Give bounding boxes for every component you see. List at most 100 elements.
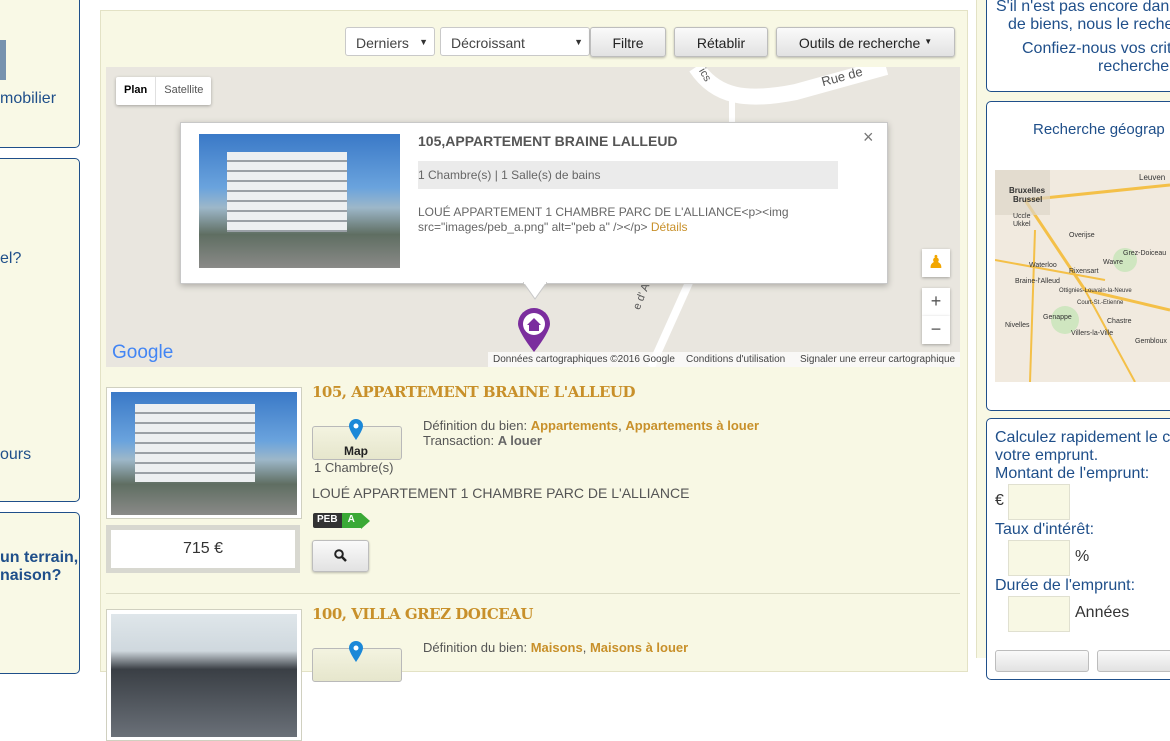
listing-photo[interactable] [111, 614, 297, 737]
geo-map[interactable]: Bruxelles Brussel Leuven Uccle Ukkel Wav… [995, 170, 1170, 382]
zoom-out-button[interactable]: − [922, 316, 950, 344]
listing-definition: Définition du bien: Maisons, Maisons à l… [423, 640, 688, 655]
close-icon[interactable]: × [863, 127, 874, 148]
geo-label-wavre: Wavre [1103, 259, 1123, 266]
sort-field-value: Derniers [356, 35, 409, 51]
currency-symbol: € [995, 492, 1004, 509]
google-logo: Google [112, 342, 174, 363]
calc-line2: votre emprunt. [995, 447, 1099, 464]
zoom-in-button[interactable]: + [922, 288, 950, 316]
filter-button[interactable]: Filtre [590, 27, 666, 57]
request-line2: de biens, nous le recher [1008, 16, 1170, 33]
listing-rooms: 1 Chambre(s) [314, 460, 394, 475]
def-label: Définition du bien: [423, 418, 528, 433]
request-line4[interactable]: recherche. [1098, 58, 1170, 76]
geo-label-braine: Braine-l'Alleud [1015, 278, 1060, 285]
transaction-value: A louer [497, 433, 542, 448]
geo-label-chastre: Chastre [1107, 318, 1132, 325]
peb-badge: PEB A [313, 512, 370, 529]
interest-rate-input[interactable] [1008, 540, 1070, 576]
view-details-button[interactable] [312, 540, 369, 572]
info-window-pointer [523, 282, 547, 300]
request-line1: S'il n'est pas encore dan [996, 0, 1170, 15]
geo-label-gembloux: Gembloux [1135, 338, 1167, 345]
sort-order-select[interactable]: Décroissant ▼ [440, 27, 590, 56]
left-link-mobilier[interactable]: mobilier [0, 90, 56, 108]
request-line3[interactable]: Confiez-nous vos crit [1022, 40, 1170, 58]
left-heading-line2: naison? [0, 567, 62, 584]
listing-photo-frame [106, 609, 302, 741]
listing-map-thumbnail[interactable] [312, 641, 402, 682]
listing-description: LOUÉ APPARTEMENT 1 CHAMBRE PARC DE L'ALL… [312, 485, 690, 501]
sort-field-select[interactable]: Derniers ▼ [345, 27, 435, 56]
def-subcategory-link[interactable]: Maisons à louer [590, 640, 688, 655]
map-report-link[interactable]: Signaler une erreur cartographique [800, 354, 955, 365]
info-desc-text: src="images/peb_a.png" alt="peb a" /></p… [418, 220, 648, 234]
info-desc-line2: src="images/peb_a.png" alt="peb a" /></p… [418, 220, 688, 234]
listing-photo[interactable] [111, 392, 297, 515]
listing-divider [106, 593, 960, 594]
sort-order-value: Décroissant [451, 35, 525, 51]
price-box: 715 € [106, 525, 300, 573]
def-separator: , [618, 418, 622, 433]
reset-button[interactable]: Rétablir [674, 27, 768, 57]
geo-label-overijse: Overijse [1069, 232, 1095, 239]
geo-label-rixensart: Rixensart [1069, 268, 1099, 275]
years-label: Années [1075, 604, 1130, 621]
geo-label-nivelles: Nivelles [1005, 322, 1030, 329]
listing-title[interactable]: 100, VILLA GREZ DOICEAU [312, 605, 533, 623]
left-heading-line1: un terrain, [0, 549, 79, 566]
search-tools-button[interactable]: Outils de recherche ▼ [776, 27, 955, 57]
transaction-label: Transaction: [423, 433, 495, 448]
map-terms-link[interactable]: Conditions d'utilisation [686, 354, 785, 365]
def-category-link[interactable]: Maisons [531, 640, 583, 655]
rate-label: Taux d'intérêt: [995, 521, 1095, 538]
def-label: Définition du bien: [423, 640, 528, 655]
loan-duration-input[interactable] [1008, 596, 1070, 632]
geo-label-ottignies: Ottignies-Louvain-la-Neuve [1059, 288, 1132, 294]
geo-label-waterloo: Waterloo [1029, 262, 1057, 269]
calc-button-1[interactable] [995, 650, 1089, 672]
calc-button-2[interactable] [1097, 650, 1170, 672]
geo-label-villers: Villers-la-Ville [1071, 330, 1114, 337]
amount-label: Montant de l'emprunt: [995, 465, 1150, 482]
map-view[interactable]: Rue de ics e d' Autriche Plan Satellite … [106, 67, 960, 367]
info-details-link[interactable]: Détails [651, 220, 688, 234]
peb-arrow [360, 512, 370, 529]
def-subcategory-link[interactable]: Appartements à louer [625, 418, 759, 433]
listing-map-thumbnail[interactable]: Map [312, 419, 402, 460]
map-attribution: Données cartographiques ©2016 Google [493, 354, 675, 365]
geo-search-title: Recherche géograp [1033, 121, 1165, 138]
listing-price: 715 € [111, 530, 295, 568]
map-thumb-label: Map [344, 444, 368, 458]
peb-label: PEB [313, 513, 342, 528]
info-desc-line1: LOUÉ APPARTEMENT 1 CHAMBRE PARC DE L'ALL… [418, 205, 789, 219]
left-logo-fragment [0, 40, 6, 80]
info-title: 105,APPARTEMENT BRAINE LALLEUD [418, 133, 678, 149]
map-type-satellite[interactable]: Satellite [155, 77, 211, 105]
info-photo[interactable] [199, 134, 400, 268]
geo-label-court: Court-St.-Etienne [1077, 300, 1124, 306]
chevron-down-icon: ▼ [419, 37, 428, 47]
left-panel-1 [0, 0, 80, 148]
listing-definition: Définition du bien: Appartements, Appart… [423, 418, 759, 433]
listing-transaction: Transaction: A louer [423, 433, 542, 448]
duration-label: Durée de l'emprunt: [995, 577, 1136, 594]
map-pin-icon [349, 641, 363, 662]
left-link-3[interactable]: ours [0, 446, 31, 464]
geo-label-bruxelles: Bruxelles [1009, 186, 1046, 195]
map-info-window: 105,APPARTEMENT BRAINE LALLEUD 1 Chambre… [180, 122, 888, 284]
def-category-link[interactable]: Appartements [531, 418, 618, 433]
geo-label-brussel: Brussel [1013, 195, 1043, 204]
listing-photo-frame [106, 387, 302, 519]
loan-amount-input[interactable] [1008, 484, 1070, 520]
left-link-2[interactable]: el? [0, 250, 21, 268]
pegman-icon[interactable]: ♟ [922, 249, 950, 277]
caret-down-icon: ▼ [924, 37, 933, 46]
chevron-down-icon: ▼ [574, 37, 583, 47]
listing-title[interactable]: 105, APPARTEMENT BRAINE L'ALLEUD [312, 383, 636, 401]
geo-label-uccle: Uccle [1013, 213, 1031, 220]
geo-label-grez: Grez-Doiceau [1123, 250, 1167, 257]
map-type-plan[interactable]: Plan [116, 77, 155, 105]
home-marker-icon[interactable] [516, 307, 552, 353]
